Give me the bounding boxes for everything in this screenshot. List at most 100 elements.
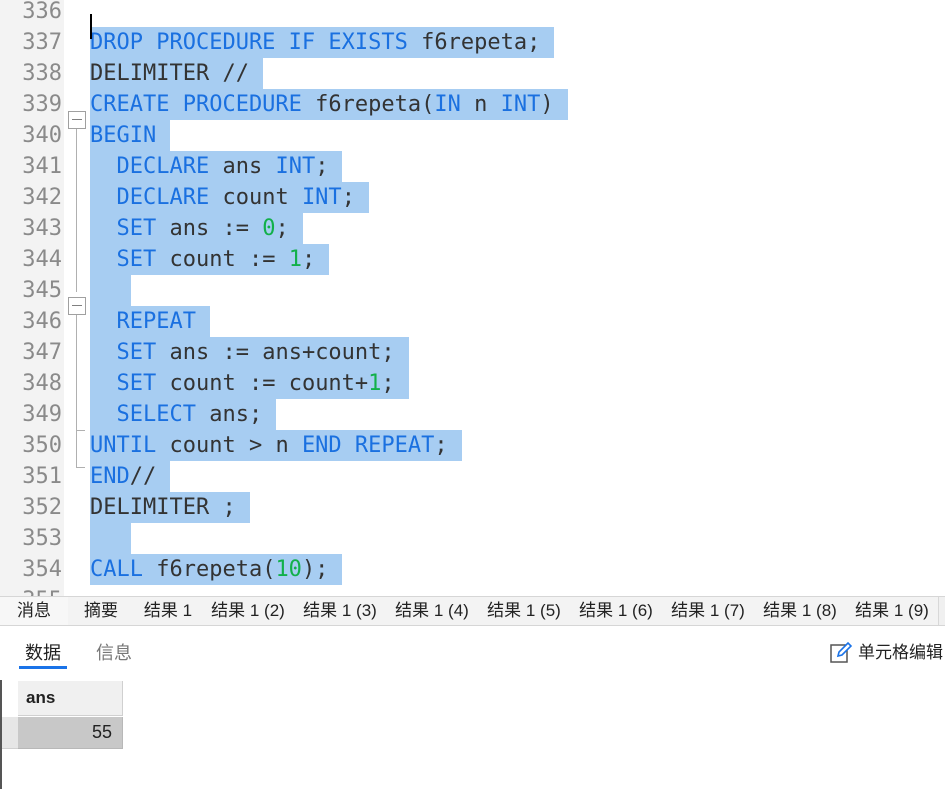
- code-line[interactable]: 336: [0, 0, 945, 27]
- code-text[interactable]: BEGIN: [90, 120, 171, 151]
- fold-toggle-repeat-icon[interactable]: [68, 297, 86, 315]
- result-tab[interactable]: 结果 1 (4): [386, 597, 479, 625]
- line-number: 337: [22, 30, 62, 55]
- code-line[interactable]: 355: [0, 585, 945, 596]
- code-text[interactable]: UNTIL count > n END REPEAT;: [90, 430, 462, 461]
- edit-pencil-icon: [830, 641, 853, 663]
- code-line[interactable]: 352 DELIMITER ;: [0, 492, 945, 523]
- row-indicator[interactable]: [2, 717, 18, 749]
- sql-identifier: [90, 247, 117, 272]
- code-text[interactable]: [90, 523, 131, 554]
- grid-cell[interactable]: 55: [18, 717, 123, 749]
- sql-identifier: ): [540, 92, 554, 117]
- code-line[interactable]: 338 DELIMITER //: [0, 58, 945, 89]
- sql-number: 1: [288, 247, 302, 272]
- code-text[interactable]: REPEAT: [90, 306, 210, 337]
- sql-identifier: [90, 526, 117, 551]
- result-tab[interactable]: 结果 1 (5): [478, 597, 571, 625]
- code-text[interactable]: DECLARE count INT;: [90, 182, 369, 213]
- sql-keyword: DECLARE: [116, 185, 210, 210]
- subtab-info[interactable]: 信息: [96, 640, 132, 666]
- code-line[interactable]: 343 SET ans := 0;: [0, 213, 945, 244]
- code-text[interactable]: DROP PROCEDURE IF EXISTS f6repeta;: [90, 27, 555, 58]
- result-tab[interactable]: 结果 1 (8): [754, 597, 847, 625]
- result-tab[interactable]: 消息: [0, 597, 69, 625]
- code-text[interactable]: SET count := count+1;: [90, 368, 409, 399]
- result-tab[interactable]: 结果 1: [134, 597, 203, 625]
- fold-end-repeat: [76, 430, 85, 431]
- result-tab[interactable]: 结果 1 (7): [662, 597, 755, 625]
- sql-identifier: [90, 371, 117, 396]
- code-text[interactable]: CREATE PROCEDURE f6repeta(IN n INT): [90, 89, 568, 120]
- result-tab[interactable]: 结果 1 (9): [846, 597, 939, 625]
- code-text[interactable]: SELECT ans;: [90, 399, 277, 430]
- sql-identifier: [90, 216, 117, 241]
- sql-identifier: f6repeta(: [301, 92, 435, 117]
- sql-identifier: count :=: [156, 247, 289, 272]
- result-subtabs: 数据 信息: [0, 626, 945, 680]
- line-number: 349: [22, 402, 62, 427]
- code-text[interactable]: SET ans := ans+count;: [90, 337, 409, 368]
- sql-identifier: ;: [434, 433, 448, 458]
- code-line[interactable]: 351 END//: [0, 461, 945, 492]
- result-tab[interactable]: 结果 1 (2): [202, 597, 295, 625]
- line-number: 345: [22, 278, 62, 303]
- fold-guide: [76, 315, 77, 467]
- line-number: 342: [22, 185, 62, 210]
- code-text[interactable]: DECLARE ans INT;: [90, 151, 343, 182]
- line-number: 353: [22, 526, 62, 551]
- sql-keyword: DECLARE: [116, 154, 210, 179]
- fold-toggle-begin-icon[interactable]: [68, 111, 86, 129]
- sql-keyword: BEGIN: [90, 123, 157, 148]
- line-number: 339: [22, 92, 62, 117]
- code-line[interactable]: 347 SET ans := ans+count;: [0, 337, 945, 368]
- sql-identifier: n: [460, 92, 501, 117]
- code-line[interactable]: 342 DECLARE count INT;: [0, 182, 945, 213]
- code-text[interactable]: DELIMITER //: [90, 58, 263, 89]
- sql-editor[interactable]: 336 337 DROP PROCEDURE IF EXISTS f6repeta;…: [0, 0, 945, 596]
- sql-identifier: ;: [301, 247, 316, 272]
- code-line[interactable]: 340 BEGIN: [0, 120, 945, 151]
- code-line[interactable]: 353: [0, 523, 945, 554]
- sql-identifier: ans: [209, 154, 276, 179]
- code-line[interactable]: 341 DECLARE ans INT;: [0, 151, 945, 182]
- sql-number: 1: [368, 371, 382, 396]
- code-text[interactable]: SET ans := 0;: [90, 213, 303, 244]
- text-caret: [90, 14, 92, 39]
- code-line[interactable]: 346 REPEAT: [0, 306, 945, 337]
- sql-identifier: f6repeta;: [407, 30, 541, 55]
- code-text[interactable]: DELIMITER ;: [90, 492, 250, 523]
- code-line[interactable]: 344 SET count := 1;: [0, 244, 945, 275]
- result-tab[interactable]: 摘要: [68, 597, 135, 625]
- sql-identifier: );: [301, 557, 329, 582]
- code-line[interactable]: 337 DROP PROCEDURE IF EXISTS f6repeta;: [0, 27, 945, 58]
- code-line[interactable]: 350 UNTIL count > n END REPEAT;: [0, 430, 945, 461]
- result-tab[interactable]: 结果 1 (6): [570, 597, 663, 625]
- result-tab[interactable]: 结果 1 (3): [294, 597, 387, 625]
- sql-identifier: ;: [341, 185, 355, 210]
- line-number: 350: [22, 433, 62, 458]
- line-number: 336: [22, 0, 62, 24]
- code-line[interactable]: 339 CREATE PROCEDURE f6repeta(IN n INT): [0, 89, 945, 120]
- code-text[interactable]: [90, 275, 131, 306]
- sql-identifier: count: [209, 185, 302, 210]
- sql-keyword: SET: [116, 216, 157, 241]
- line-number: 352: [22, 495, 62, 520]
- result-grid: [0, 680, 945, 789]
- code-text[interactable]: CALL f6repeta(10);: [90, 554, 343, 585]
- sql-keyword: END REPEAT: [301, 433, 435, 458]
- code-line[interactable]: 349 SELECT ans;: [0, 399, 945, 430]
- code-text[interactable]: SET count := 1;: [90, 244, 330, 275]
- code-line[interactable]: 345: [0, 275, 945, 306]
- code-text[interactable]: END//: [90, 461, 171, 492]
- subtab-data[interactable]: 数据: [25, 640, 61, 666]
- sql-identifier: ans := ans+count;: [156, 340, 395, 365]
- sql-identifier: DELIMITER ;: [90, 495, 236, 520]
- code-line[interactable]: 354 CALL f6repeta(10);: [0, 554, 945, 585]
- line-number: 341: [22, 154, 62, 179]
- code-line[interactable]: 348 SET count := count+1;: [0, 368, 945, 399]
- line-number: 354: [22, 557, 62, 582]
- line-number: 351: [22, 464, 62, 489]
- line-number: 338: [22, 61, 62, 86]
- column-header-ans[interactable]: ans: [18, 681, 123, 716]
